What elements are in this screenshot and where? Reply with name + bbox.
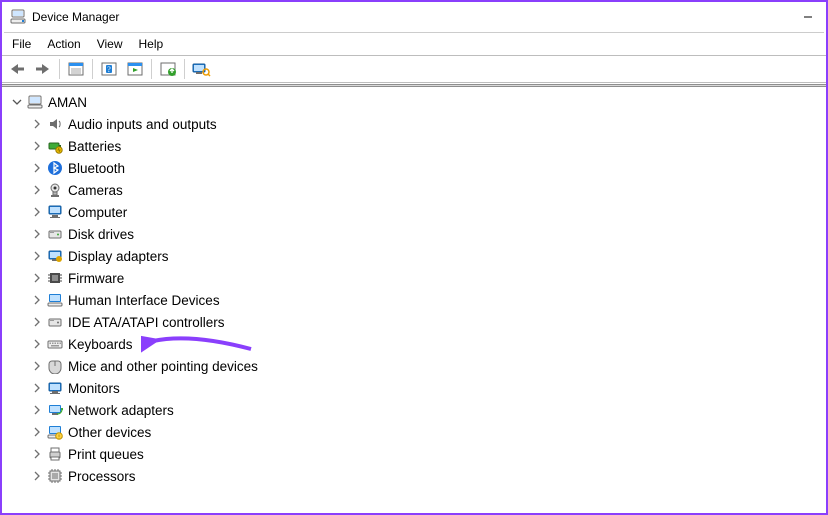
tree-category[interactable]: Print queues	[4, 443, 824, 465]
expander-closed-icon[interactable]	[30, 337, 44, 351]
tree-category-label: Keyboards	[68, 337, 133, 352]
computer-icon	[46, 203, 64, 221]
tree-category-label: Monitors	[68, 381, 120, 396]
expander-closed-icon[interactable]	[30, 161, 44, 175]
tree-category-label: Human Interface Devices	[68, 293, 220, 308]
firmware-icon	[46, 269, 64, 287]
title-bar: Device Manager	[2, 2, 826, 32]
tree-category[interactable]: Human Interface Devices	[4, 289, 824, 311]
device-tree[interactable]: AMAN Audio inputs and outputs Batteries Bl…	[2, 87, 826, 489]
display-adapters-icon	[46, 247, 64, 265]
tree-category-label: Disk drives	[68, 227, 134, 242]
minimize-button[interactable]	[798, 10, 818, 24]
expander-closed-icon[interactable]	[30, 205, 44, 219]
expander-closed-icon[interactable]	[30, 315, 44, 329]
tree-category[interactable]: Audio inputs and outputs	[4, 113, 824, 135]
toolbar-back-button[interactable]	[5, 58, 29, 80]
tree-category-label: Mice and other pointing devices	[68, 359, 258, 374]
tree-category-label: Other devices	[68, 425, 151, 440]
tree-category-label: Print queues	[68, 447, 144, 462]
tree-category-label: Display adapters	[68, 249, 169, 264]
tree-category[interactable]: Mice and other pointing devices	[4, 355, 824, 377]
tree-category[interactable]: Disk drives	[4, 223, 824, 245]
tree-category-label: IDE ATA/ATAPI controllers	[68, 315, 225, 330]
bluetooth-icon	[46, 159, 64, 177]
tree-category[interactable]: Keyboards	[4, 333, 824, 355]
cameras-icon	[46, 181, 64, 199]
tree-category[interactable]: Firmware	[4, 267, 824, 289]
expander-closed-icon[interactable]	[30, 139, 44, 153]
window-title: Device Manager	[32, 10, 119, 24]
expander-closed-icon[interactable]	[30, 249, 44, 263]
audio-inputs-and-outputs-icon	[46, 115, 64, 133]
tree-category-label: Processors	[68, 469, 136, 484]
keyboards-icon	[46, 335, 64, 353]
expander-closed-icon[interactable]	[30, 447, 44, 461]
tree-category[interactable]: ! Other devices	[4, 421, 824, 443]
monitors-icon	[46, 379, 64, 397]
menu-bar: File Action View Help	[2, 33, 826, 55]
network-adapters-icon	[46, 401, 64, 419]
toolbar-help-button[interactable]: ?	[97, 58, 121, 80]
tree-category[interactable]: Processors	[4, 465, 824, 487]
expander-closed-icon[interactable]	[30, 183, 44, 197]
tree-category-label: Firmware	[68, 271, 124, 286]
toolbar-properties-button[interactable]	[123, 58, 147, 80]
disk-drives-icon	[46, 225, 64, 243]
tree-category[interactable]: Bluetooth	[4, 157, 824, 179]
human-interface-devices-icon	[46, 291, 64, 309]
tree-category[interactable]: Cameras	[4, 179, 824, 201]
tree-category[interactable]: Display adapters	[4, 245, 824, 267]
tree-category[interactable]: Batteries	[4, 135, 824, 157]
expander-closed-icon[interactable]	[30, 381, 44, 395]
expander-closed-icon[interactable]	[30, 271, 44, 285]
svg-text:?: ?	[107, 65, 111, 74]
tree-category[interactable]: IDE ATA/ATAPI controllers	[4, 311, 824, 333]
expander-closed-icon[interactable]	[30, 425, 44, 439]
expander-open-icon[interactable]	[10, 95, 24, 109]
expander-closed-icon[interactable]	[30, 117, 44, 131]
expander-closed-icon[interactable]	[30, 469, 44, 483]
device-manager-icon	[10, 9, 26, 25]
tree-category[interactable]: Network adapters	[4, 399, 824, 421]
tree-category[interactable]: Computer	[4, 201, 824, 223]
expander-closed-icon[interactable]	[30, 359, 44, 373]
tree-category-label: Cameras	[68, 183, 123, 198]
tree-category[interactable]: Monitors	[4, 377, 824, 399]
computer-icon	[26, 93, 44, 111]
tree-root[interactable]: AMAN	[4, 91, 824, 113]
tree-category-label: Bluetooth	[68, 161, 125, 176]
tree-category-label: Computer	[68, 205, 127, 220]
ide-ata-atapi-controllers-icon	[46, 313, 64, 331]
menu-item-view[interactable]: View	[91, 35, 133, 53]
toolbar-show-hidden-button[interactable]	[64, 58, 88, 80]
menu-item-file[interactable]: File	[6, 35, 41, 53]
menu-item-help[interactable]: Help	[133, 35, 174, 53]
mice-and-other-pointing-devices-icon	[46, 357, 64, 375]
toolbar-forward-button[interactable]	[31, 58, 55, 80]
expander-closed-icon[interactable]	[30, 403, 44, 417]
expander-closed-icon[interactable]	[30, 227, 44, 241]
tree-category-label: Audio inputs and outputs	[68, 117, 217, 132]
other-devices-icon: !	[46, 423, 64, 441]
toolbar: ?	[2, 56, 826, 82]
processors-icon	[46, 467, 64, 485]
menu-item-action[interactable]: Action	[41, 35, 90, 53]
batteries-icon	[46, 137, 64, 155]
toolbar-scan-button[interactable]	[189, 58, 213, 80]
tree-category-label: Network adapters	[68, 403, 174, 418]
tree-category-label: Batteries	[68, 139, 121, 154]
print-queues-icon	[46, 445, 64, 463]
toolbar-update-driver-button[interactable]	[156, 58, 180, 80]
expander-closed-icon[interactable]	[30, 293, 44, 307]
tree-root-label: AMAN	[48, 95, 87, 110]
